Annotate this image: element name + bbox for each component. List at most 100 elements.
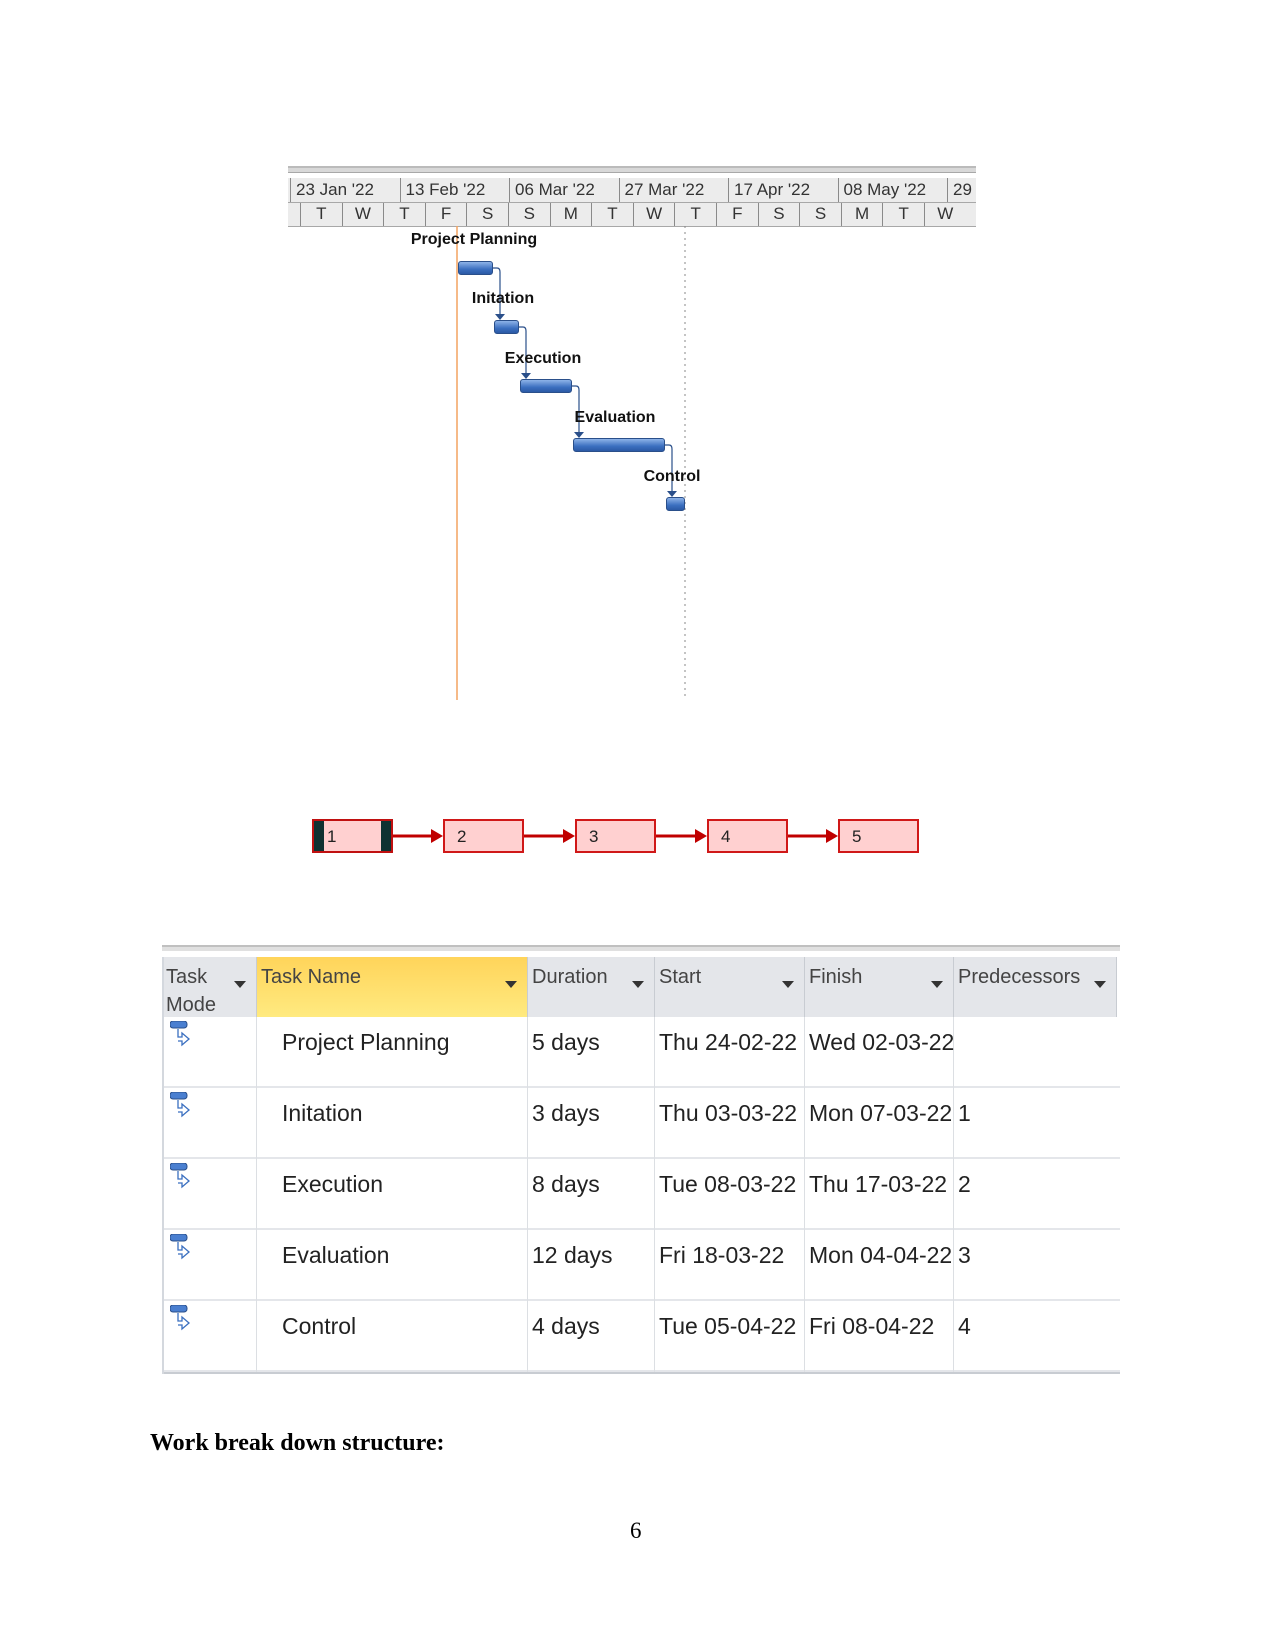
column-divider	[256, 1088, 257, 1159]
cell-duration: 8 days	[532, 1171, 600, 1197]
table-top-border	[162, 945, 1120, 951]
column-divider	[256, 1230, 257, 1301]
column-divider	[527, 1230, 528, 1301]
column-header-label: Task Mode	[166, 966, 217, 1016]
network-arrow-head	[563, 829, 575, 843]
table-bottom-border	[162, 1372, 1120, 1374]
cell-duration: 4 days	[532, 1313, 600, 1339]
column-header-task-mode[interactable]: Task Mode	[162, 957, 257, 1017]
dropdown-arrow-icon[interactable]	[505, 981, 517, 988]
dropdown-arrow-icon[interactable]	[1094, 981, 1106, 988]
table-left-border	[162, 957, 164, 1374]
cell-finish: Mon 07-03-22	[809, 1100, 953, 1126]
column-divider	[256, 1159, 257, 1230]
table-row[interactable]: Evaluation 12 days Fri 18-03-22 Mon 04-04-2…	[162, 1230, 1120, 1301]
gantt-task-bar[interactable]	[458, 261, 493, 275]
gantt-task-label: Control	[643, 468, 701, 485]
column-header-label: Task Name	[261, 966, 362, 988]
column-header-start[interactable]: Start	[655, 957, 805, 1017]
column-divider	[953, 1301, 954, 1372]
column-divider	[654, 1301, 655, 1372]
gantt-task-label: Initation	[471, 290, 535, 307]
column-divider	[654, 1017, 655, 1088]
auto-scheduled-icon	[169, 1020, 192, 1047]
gantt-task-bar[interactable]	[666, 497, 685, 511]
auto-scheduled-icon	[169, 1304, 192, 1331]
cell-name: Project Planning	[282, 1029, 450, 1055]
gantt-task-bar[interactable]	[520, 379, 572, 393]
network-node[interactable]: 4	[707, 819, 788, 853]
column-divider	[804, 1159, 805, 1230]
cell-pred: 1	[958, 1100, 971, 1126]
cell-duration: 3 days	[532, 1100, 600, 1126]
cell-start: Thu 24-02-22	[659, 1029, 798, 1055]
gantt-task-bar[interactable]	[573, 438, 665, 452]
gantt-task-bar[interactable]	[494, 320, 519, 334]
network-arrow-head	[695, 829, 707, 843]
gantt-task-label: Evaluation	[574, 409, 656, 426]
column-header-label: Duration	[532, 966, 608, 988]
column-divider	[804, 1088, 805, 1159]
gantt-task-label: Project Planning	[410, 231, 538, 248]
column-divider	[654, 1159, 655, 1230]
cell-duration: 12 days	[532, 1242, 613, 1268]
table-row[interactable]: Initation 3 days Thu 03-03-22 Mon 07-03-22 1	[162, 1088, 1120, 1159]
dropdown-arrow-icon[interactable]	[782, 981, 794, 988]
column-divider	[953, 1159, 954, 1230]
section-heading: Work break down structure:	[150, 1430, 445, 1456]
cell-name: Evaluation	[282, 1242, 390, 1268]
column-divider	[804, 1230, 805, 1301]
cell-pred: 2	[958, 1171, 971, 1197]
cell-pred: 3	[958, 1242, 971, 1268]
column-header-predecessors[interactable]: Predecessors	[954, 957, 1117, 1017]
cell-name: Initation	[282, 1100, 363, 1126]
column-divider	[654, 1088, 655, 1159]
column-divider	[527, 1017, 528, 1088]
page-number: 6	[630, 1518, 642, 1543]
table-row[interactable]: Control 4 days Tue 05-04-22 Fri 08-04-22 4	[162, 1301, 1120, 1372]
column-divider	[527, 1159, 528, 1230]
network-node[interactable]: 5	[838, 819, 919, 853]
dropdown-arrow-icon[interactable]	[234, 981, 246, 988]
cell-start: Tue 08-03-22	[659, 1171, 797, 1197]
table-row[interactable]: Project Planning 5 days Thu 24-02-22 Wed 02…	[162, 1017, 1120, 1088]
cell-finish: Wed 02-03-22	[809, 1029, 955, 1055]
network-arrow-head	[431, 829, 443, 843]
column-header-finish[interactable]: Finish	[805, 957, 954, 1017]
table-row[interactable]: Execution 8 days Tue 08-03-22 Thu 17-03-22 2	[162, 1159, 1120, 1230]
network-arrow-head	[826, 829, 838, 843]
cell-pred: 4	[958, 1313, 971, 1339]
task-table: Task Mode Task Name Duration Start Finish Pre…	[162, 945, 1120, 1375]
column-divider	[953, 1088, 954, 1159]
column-header-label: Predecessors	[958, 966, 1081, 988]
network-node[interactable]: 1	[312, 819, 393, 853]
auto-scheduled-icon	[169, 1233, 192, 1260]
cell-start: Thu 03-03-22	[659, 1100, 798, 1126]
column-divider	[527, 1088, 528, 1159]
column-divider	[527, 1301, 528, 1372]
column-divider	[804, 1301, 805, 1372]
column-header-task-name[interactable]: Task Name	[257, 957, 528, 1017]
cell-name: Control	[282, 1313, 357, 1339]
network-node[interactable]: 2	[443, 819, 524, 853]
cell-finish: Fri 08-04-22	[809, 1313, 935, 1339]
dropdown-arrow-icon[interactable]	[632, 981, 644, 988]
auto-scheduled-icon	[169, 1091, 192, 1118]
column-divider	[953, 1230, 954, 1301]
cell-finish: Mon 04-04-22	[809, 1242, 953, 1268]
column-header-duration[interactable]: Duration	[528, 957, 655, 1017]
dropdown-arrow-icon[interactable]	[931, 981, 943, 988]
cell-finish: Thu 17-03-22	[809, 1171, 948, 1197]
network-node[interactable]: 3	[575, 819, 656, 853]
document-page: 23 Jan '22 13 Feb '22 06 Mar '22 27 Mar '22…	[0, 0, 1275, 1650]
column-divider	[256, 1301, 257, 1372]
cell-name: Execution	[282, 1171, 384, 1197]
column-header-label: Start	[659, 966, 702, 988]
column-divider	[654, 1230, 655, 1301]
gantt-chart: 23 Jan '22 13 Feb '22 06 Mar '22 27 Mar '22…	[288, 166, 976, 702]
cell-start: Tue 05-04-22	[659, 1313, 797, 1339]
cell-duration: 5 days	[532, 1029, 600, 1055]
column-header-label: Finish	[809, 966, 863, 988]
column-divider	[256, 1017, 257, 1088]
cell-start: Fri 18-03-22	[659, 1242, 785, 1268]
